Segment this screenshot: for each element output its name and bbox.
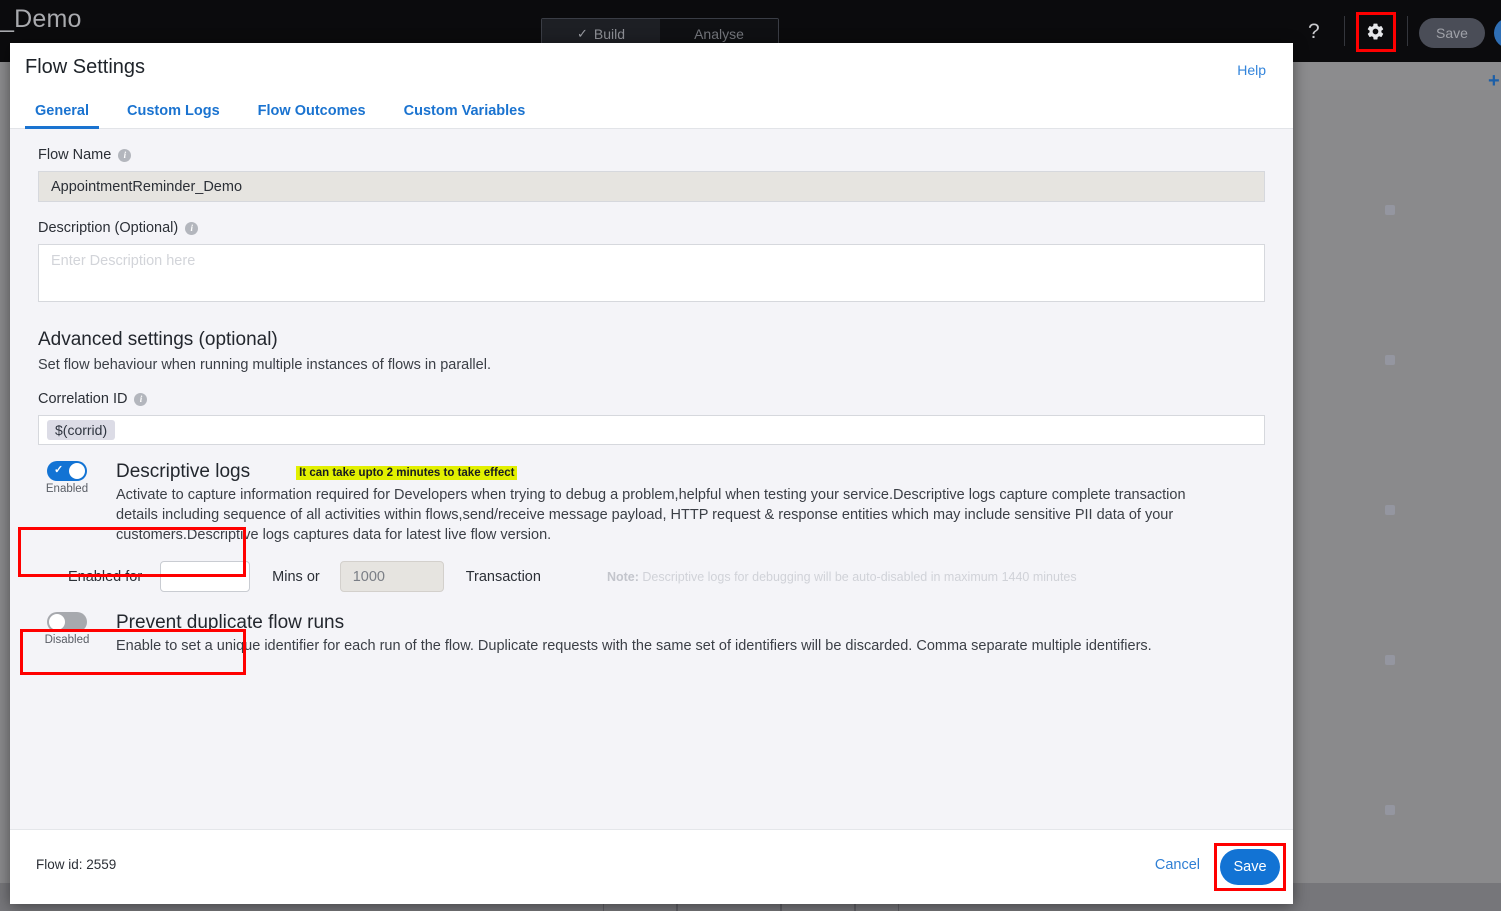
topbar-divider	[1407, 16, 1408, 46]
help-link[interactable]: Help	[1237, 62, 1266, 78]
transaction-label: Transaction	[465, 568, 541, 585]
descriptive-logs-toggle-col: ✓ Enabled	[38, 461, 96, 545]
prevent-duplicate-content: Prevent duplicate flow runs Enable to se…	[96, 612, 1265, 656]
check-icon: ✓	[54, 464, 64, 476]
toggle-knob	[69, 463, 85, 479]
info-icon[interactable]: i	[185, 221, 199, 235]
flow-name-label-row: Flow Name i	[38, 147, 1265, 163]
dialog-title: Flow Settings	[25, 56, 146, 78]
tab-general[interactable]: General	[25, 103, 99, 129]
info-icon[interactable]: i	[118, 148, 132, 162]
advanced-settings-section: Advanced settings (optional) Set flow be…	[38, 307, 1265, 373]
correlation-id-input[interactable]: $(corrid)	[38, 415, 1265, 445]
correlation-id-field: Correlation ID i $(corrid)	[38, 373, 1265, 445]
canvas-node[interactable]	[1385, 205, 1395, 215]
application-root: + 1:1	[0, 0, 1501, 911]
flow-settings-dialog: Flow Settings Help General Custom Logs F…	[10, 43, 1293, 904]
prevent-duplicate-section: Disabled Prevent duplicate flow runs Ena…	[38, 592, 1265, 656]
descriptive-logs-toggle[interactable]: ✓	[47, 461, 87, 481]
check-icon: ✓	[576, 26, 588, 41]
correlation-id-label-row: Correlation ID i	[38, 391, 1265, 407]
prevent-duplicate-toggle-state: Disabled	[44, 634, 90, 646]
info-icon[interactable]: i	[134, 392, 148, 406]
advanced-settings-subtitle: Set flow behaviour when running multiple…	[38, 357, 491, 373]
descriptive-logs-section: ✓ Enabled Descriptive logs It can take u…	[38, 445, 1265, 545]
tab-custom-logs[interactable]: Custom Logs	[117, 103, 230, 128]
description-input[interactable]	[38, 244, 1265, 302]
descriptive-logs-title: Descriptive logs	[116, 461, 251, 482]
save-button[interactable]: Save	[1220, 849, 1280, 885]
prevent-duplicate-toggle-col: Disabled	[38, 612, 96, 656]
flow-title: _Demo	[0, 5, 82, 33]
flow-id-label: Flow id: 2559	[36, 857, 117, 872]
tab-analyse-label: Analyse	[694, 26, 744, 42]
prevent-duplicate-title: Prevent duplicate flow runs	[116, 612, 345, 633]
flow-name-label: Flow Name	[38, 147, 112, 163]
dialog-footer: Flow id: 2559 Cancel Save	[10, 829, 1293, 904]
help-icon[interactable]: ?	[1308, 20, 1320, 44]
advanced-settings-title: Advanced settings (optional)	[38, 329, 278, 350]
correlation-id-chip[interactable]: $(corrid)	[47, 420, 116, 440]
descriptive-logs-toggle-state: Enabled	[45, 483, 89, 495]
descriptive-logs-badge: It can take upto 2 minutes to take effec…	[296, 466, 518, 480]
mins-or-label: Mins or	[272, 568, 320, 585]
prevent-duplicate-toggle[interactable]	[47, 612, 87, 632]
canvas-node[interactable]	[1385, 805, 1395, 815]
topbar-divider	[1344, 16, 1345, 46]
descriptive-logs-content: Descriptive logs It can take upto 2 minu…	[96, 461, 1265, 545]
enabled-for-label: Enabled for	[68, 568, 143, 585]
cancel-button[interactable]: Cancel	[1155, 857, 1200, 873]
enabled-for-note: Note: Descriptive logs for debugging wil…	[607, 570, 1077, 584]
correlation-id-label: Correlation ID	[38, 391, 128, 407]
descriptive-logs-description: Activate to capture information required…	[116, 487, 1186, 543]
edge-panel-toggle[interactable]	[1494, 18, 1501, 48]
topbar-save-button[interactable]: Save	[1419, 18, 1485, 48]
toggle-knob	[49, 614, 65, 630]
descriptive-logs-title-row: Descriptive logs It can take upto 2 minu…	[116, 461, 1265, 483]
flow-name-input[interactable]	[38, 171, 1265, 202]
enabled-for-mins-input[interactable]	[160, 561, 251, 592]
tab-custom-variables[interactable]: Custom Variables	[394, 103, 536, 128]
dialog-tabs: General Custom Logs Flow Outcomes Custom…	[10, 93, 1293, 129]
description-label-row: Description (Optional) i	[38, 220, 1265, 236]
note-prefix: Note:	[606, 569, 639, 584]
prevent-duplicate-description: Enable to set a unique identifier for ea…	[116, 638, 1152, 654]
gear-icon[interactable]	[1357, 13, 1394, 50]
canvas-node[interactable]	[1385, 505, 1395, 515]
note-body: Descriptive logs for debugging will be a…	[638, 569, 1077, 584]
dialog-body: Flow Name i Description (Optional) i Adv…	[10, 129, 1293, 829]
tab-flow-outcomes[interactable]: Flow Outcomes	[248, 103, 376, 128]
description-field: Description (Optional) i	[38, 202, 1265, 307]
tab-build-label: Build	[593, 26, 626, 42]
transaction-count-input[interactable]	[339, 561, 444, 592]
flow-name-field: Flow Name i	[38, 129, 1265, 202]
dialog-header: Flow Settings Help	[10, 43, 1293, 93]
canvas-node[interactable]	[1385, 355, 1395, 365]
description-label: Description (Optional)	[38, 220, 179, 236]
canvas-node[interactable]	[1385, 655, 1395, 665]
enabled-for-row: Enabled for Mins or Transaction Note: De…	[38, 545, 1265, 592]
